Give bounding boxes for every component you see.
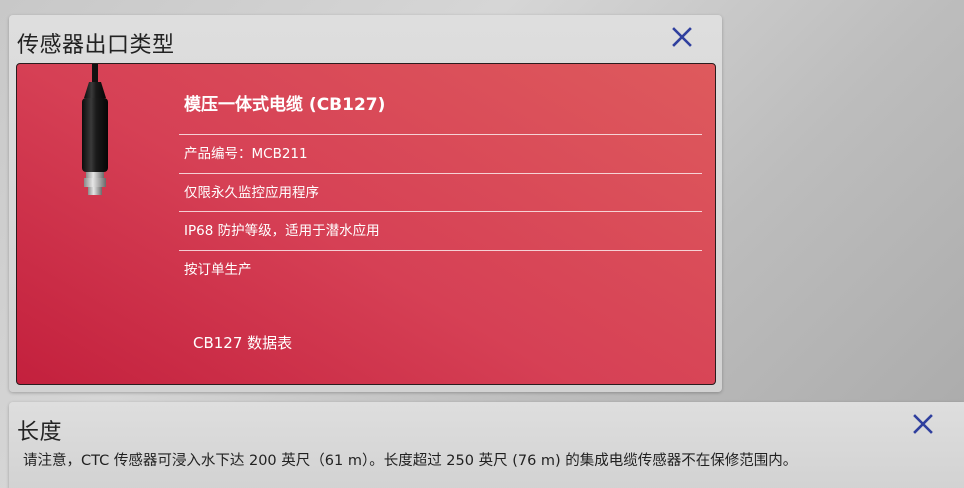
panel-title: 传感器出口类型 bbox=[17, 33, 175, 58]
panel-title: 长度 bbox=[17, 420, 63, 445]
close-icon[interactable] bbox=[911, 412, 935, 436]
length-note: 请注意，CTC 传感器可浸入水下达 200 英尺（61 m）。长度超过 250 … bbox=[23, 453, 798, 469]
sensor-cable-image bbox=[62, 64, 132, 199]
datasheet-link[interactable]: CB127 数据表 bbox=[193, 332, 292, 353]
length-panel: 长度 请注意，CTC 传感器可浸入水下达 200 英尺（61 m）。长度超过 2… bbox=[9, 402, 964, 488]
sensor-outlet-panel: 传感器出口类型 模压一体式电缆 (CB127) 产品编号：MCB211 仅限永久… bbox=[9, 15, 722, 392]
close-icon[interactable] bbox=[670, 25, 694, 49]
product-name: 模压一体式电缆 (CB127) bbox=[184, 95, 386, 115]
protection-rating: IP68 防护等级，适用于潜水应用 bbox=[179, 211, 702, 250]
application-note: 仅限永久监控应用程序 bbox=[179, 172, 702, 212]
production-note: 按订单生产 bbox=[179, 249, 702, 289]
product-number: 产品编号：MCB211 bbox=[179, 134, 702, 173]
product-details-list: 产品编号：MCB211 仅限永久监控应用程序 IP68 防护等级，适用于潜水应用… bbox=[179, 134, 702, 288]
product-card[interactable]: 模压一体式电缆 (CB127) 产品编号：MCB211 仅限永久监控应用程序 I… bbox=[16, 63, 716, 385]
